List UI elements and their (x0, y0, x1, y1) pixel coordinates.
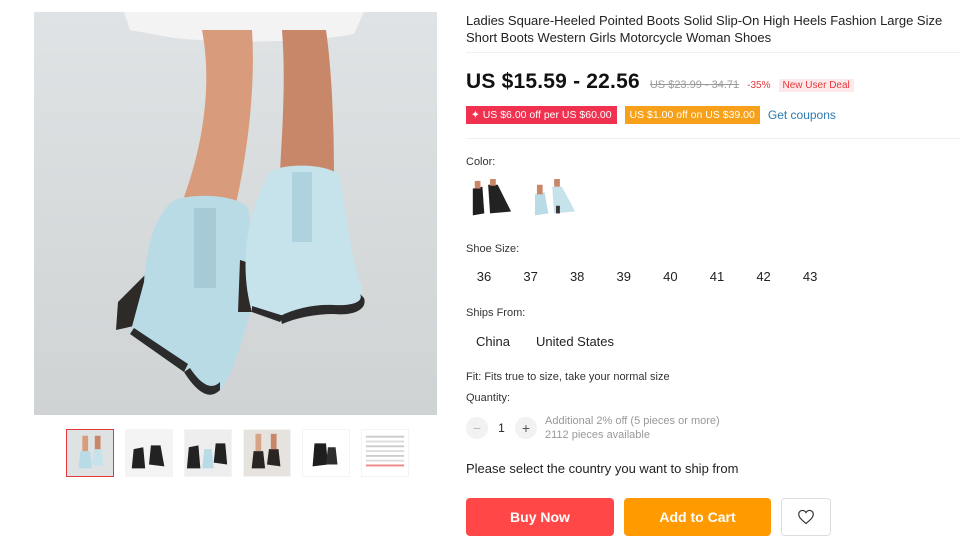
discount-percent: -35% (747, 80, 771, 91)
thumbnail-3[interactable] (184, 429, 232, 477)
bulk-discount-note: Additional 2% off (5 pieces or more) (545, 415, 720, 427)
size-option[interactable]: 42 (746, 266, 782, 288)
color-option-black[interactable] (466, 178, 516, 224)
original-price: US $23.99 - 34.71 (649, 79, 740, 91)
add-to-cart-button[interactable]: Add to Cart (624, 498, 771, 536)
size-options: 36 37 38 39 40 41 42 43 (466, 266, 839, 288)
thumbnail-1[interactable] (66, 429, 114, 477)
action-buttons: Buy Now Add to Cart (466, 498, 831, 536)
size-option[interactable]: 43 (792, 266, 828, 288)
new-user-deal-badge: New User Deal (778, 79, 854, 92)
ships-from-options: China United States (466, 330, 630, 353)
shoe-size-label: Shoe Size: (466, 243, 520, 255)
thumbnail-4[interactable] (243, 429, 291, 477)
heart-icon (798, 509, 814, 525)
stock-available: 2112 pieces available (545, 429, 650, 441)
color-option-light-blue[interactable] (532, 178, 582, 224)
color-options (466, 178, 582, 224)
thumbnail-6-size-chart[interactable] (361, 429, 409, 477)
quantity-increase-button[interactable]: + (515, 417, 537, 439)
sparkle-icon: ✦ (471, 109, 483, 121)
thumbnail-strip (66, 429, 409, 477)
quantity-label: Quantity: (466, 392, 511, 404)
size-option[interactable]: 37 (513, 266, 549, 288)
buy-now-button[interactable]: Buy Now (466, 498, 614, 536)
size-option[interactable]: 36 (466, 266, 502, 288)
ship-country-message: Please select the country you want to sh… (466, 461, 739, 476)
ships-from-china[interactable]: China (466, 330, 520, 353)
boots-photo (116, 12, 365, 395)
fit-note: Fit: Fits true to size, take your normal… (466, 371, 670, 383)
size-option[interactable]: 38 (559, 266, 595, 288)
ships-from-label: Ships From: (466, 307, 526, 319)
black-boot-swatch (472, 179, 512, 216)
color-label: Color: (466, 156, 496, 168)
divider (466, 52, 960, 53)
product-title: Ladies Square-Heeled Pointed Boots Solid… (466, 13, 943, 45)
current-price: US $15.59 - 22.56 (466, 70, 640, 93)
wishlist-button[interactable] (781, 498, 831, 536)
size-option[interactable]: 39 (606, 266, 642, 288)
price-row: US $15.59 - 22.56 US $23.99 - 34.71 -35%… (466, 70, 854, 94)
divider (466, 138, 960, 139)
get-coupons-link[interactable]: Get coupons (768, 108, 836, 122)
thumbnail-5[interactable] (302, 429, 350, 477)
thumbnail-2[interactable] (125, 429, 173, 477)
size-option[interactable]: 41 (699, 266, 735, 288)
size-option[interactable]: 40 (652, 266, 688, 288)
store-coupon-label: US $6.00 off per US $60.00 (482, 109, 612, 121)
select-coupon[interactable]: US $1.00 off on US $39.00 (624, 106, 760, 124)
store-coupon[interactable]: ✦ US $6.00 off per US $60.00 (466, 106, 617, 124)
quantity-decrease-button[interactable]: − (466, 417, 488, 439)
blue-boot-swatch (535, 179, 576, 216)
ships-from-united-states[interactable]: United States (526, 330, 624, 353)
quantity-value[interactable]: 1 (488, 421, 515, 435)
quantity-stepper: − 1 + Additional 2% off (5 pieces or mor… (466, 414, 720, 442)
coupon-row: ✦ US $6.00 off per US $60.00 US $1.00 of… (466, 106, 836, 124)
quantity-notes: Additional 2% off (5 pieces or more) 211… (545, 414, 720, 442)
main-product-image[interactable] (34, 12, 437, 415)
